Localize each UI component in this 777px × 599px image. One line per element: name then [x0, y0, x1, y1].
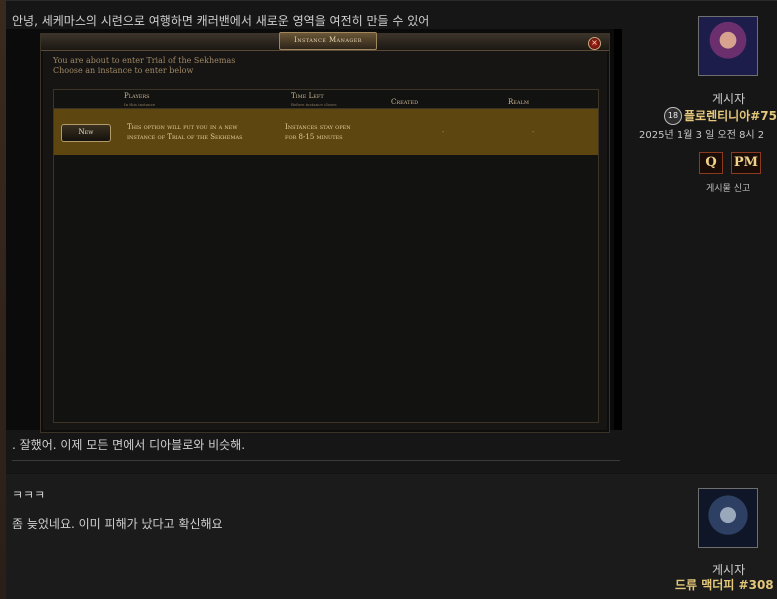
row-time-line2: for 8-15 minutes [285, 133, 343, 141]
col-time-left-sub: Before instance closes [291, 102, 337, 107]
forum-post-2 [6, 474, 777, 599]
instance-row-new[interactable]: New This option will put you in a new in… [54, 109, 598, 155]
level-badge: 18 [664, 107, 682, 125]
instance-table: Players In this instance Time Left Befor… [53, 89, 599, 423]
dialog-message-line1: You are about to enter Trial of the Sekh… [53, 56, 236, 65]
col-created: Created [391, 98, 419, 106]
report-post-link[interactable]: 게시물 신고 [706, 181, 750, 194]
row-time-line1: Instances stay open [285, 123, 351, 131]
row-time-left: Instances stay open for 8-15 minutes [285, 122, 351, 142]
dialog-message-line2: Choose an instance to enter below [53, 66, 194, 75]
author-avatar-2[interactable] [698, 488, 758, 548]
post2-text-line2: 좀 늦었네요. 이미 피해가 났다고 확신해요 [12, 517, 223, 531]
author-name[interactable]: 플로렌티니아#75 [684, 107, 777, 124]
post2-text-line1: ㅋㅋㅋ [12, 488, 46, 502]
row-created: - [442, 128, 445, 136]
post-text-intro: 안녕, 세케마스의 시련으로 여행하면 캐러밴에서 새로운 영역을 여전히 만들… [12, 14, 430, 28]
quote-button[interactable]: Q [699, 152, 723, 174]
instance-table-header: Players In this instance Time Left Befor… [54, 90, 598, 109]
instance-manager-dialog: Instance Manager × You are about to ente… [40, 32, 610, 433]
col-realm: Realm [508, 98, 529, 106]
dialog-title: Instance Manager [279, 32, 377, 50]
post-divider [12, 460, 620, 461]
dialog-message: You are about to enter Trial of the Sekh… [53, 56, 235, 76]
row-description-line1: This option will put you in a new [127, 123, 238, 131]
pm-button[interactable]: PM [731, 152, 761, 174]
post-text-comment: . 잘했어. 이제 모든 면에서 디아블로와 비슷해. [12, 438, 246, 452]
author-name-2[interactable]: 드류 맥더피 #308 [675, 576, 774, 593]
row-description: This option will put you in a new instan… [127, 122, 243, 142]
author-avatar[interactable] [698, 16, 758, 76]
row-description-line2: instance of Trial of the Sekhemas [127, 133, 243, 141]
row-realm: - [532, 128, 535, 136]
close-icon[interactable]: × [588, 37, 601, 50]
new-instance-button[interactable]: New [61, 124, 111, 142]
author-role: 게시자 [712, 92, 746, 106]
col-time-left: Time Left [291, 92, 324, 100]
col-players-sub: In this instance [124, 102, 156, 107]
post-date: 2025년 1월 3 일 오전 8시 2 [639, 130, 765, 141]
col-players: Players [124, 92, 150, 100]
